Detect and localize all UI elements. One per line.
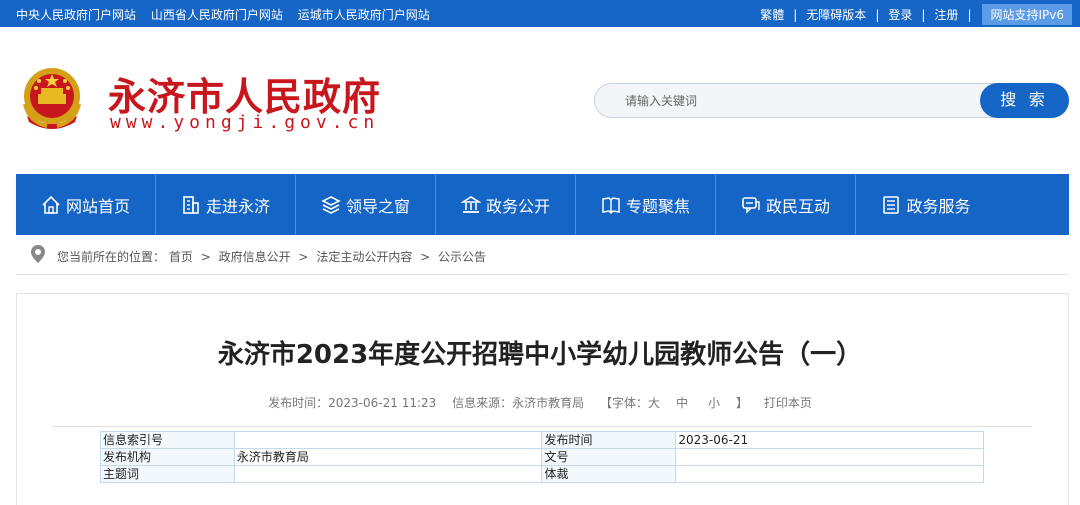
national-emblem-logo[interactable]	[17, 64, 87, 136]
book-icon	[602, 196, 620, 214]
article-title: 永济市2023年度公开招聘中小学幼儿园教师公告（一）	[217, 340, 863, 370]
breadcrumb-item-announcements[interactable]: 公示公告	[438, 250, 486, 264]
breadcrumb: 您当前所在的位置： 首页 > 政府信息公开 > 法定主动公开内容 > 公示公告	[16, 235, 1069, 275]
breadcrumb-separator: >	[420, 250, 431, 264]
nav-label: 网站首页	[65, 196, 130, 216]
table-row: 信息索引号 发布时间 2023-06-21	[100, 431, 984, 449]
site-url: www.yongji.gov.cn	[110, 112, 380, 133]
font-size-label[interactable]: 【字体：大	[600, 396, 660, 410]
nav-label: 政民互动	[765, 196, 830, 216]
search-button[interactable]: 搜 索	[980, 83, 1069, 118]
separator: |	[967, 7, 972, 22]
bank-icon	[460, 195, 481, 213]
breadcrumb-item-statutory[interactable]: 法定主动公开内容	[316, 250, 412, 264]
shanxi-gov-link[interactable]: 山西省人民政府门户网站	[151, 8, 283, 22]
accessible-version-link[interactable]: 无障碍版本	[806, 6, 866, 23]
nav-label: 领导之窗	[345, 196, 410, 216]
nav-label: 政务公开	[485, 196, 550, 216]
separator: |	[793, 7, 798, 22]
home-icon	[42, 195, 60, 214]
nav-item-interaction[interactable]: 政民互动	[716, 174, 856, 235]
ipv6-badge[interactable]: 网站支持IPv6	[982, 4, 1072, 25]
building-icon	[183, 195, 199, 214]
search-input[interactable]	[625, 91, 965, 111]
nav-label: 走进永济	[205, 196, 270, 216]
nav-item-leaders[interactable]: 领导之窗	[296, 174, 436, 235]
separator: |	[875, 7, 880, 22]
table-label: 主题词	[100, 465, 235, 483]
top-actions: 繁體 | 无障碍版本 | 登录 | 注册 | 网站支持IPv6	[760, 4, 1072, 25]
table-row: 发布机构 永济市教育局 文号	[100, 448, 984, 466]
layers-icon	[321, 195, 341, 214]
traditional-chinese-link[interactable]: 繁體	[760, 6, 784, 23]
nav-item-about-yongji[interactable]: 走进永济	[156, 174, 296, 235]
breadcrumb-prefix: 您当前所在的位置：	[57, 250, 166, 264]
font-size-small[interactable]: 小	[708, 396, 720, 410]
nav-item-special-topics[interactable]: 专题聚焦	[576, 174, 716, 235]
publish-time: 发布时间：2023-06-21 11:23	[268, 396, 437, 410]
table-value	[233, 465, 543, 483]
print-page-link[interactable]: 打印本页	[764, 396, 812, 410]
info-table: 信息索引号 发布时间 2023-06-21 发布机构 永济市教育局 文号 主题词…	[100, 431, 984, 483]
table-label: 发布机构	[100, 448, 235, 466]
location-pin-icon	[31, 245, 45, 263]
nav-item-home[interactable]: 网站首页	[16, 174, 156, 235]
breadcrumb-item-home[interactable]: 首页	[169, 250, 193, 264]
document-icon	[883, 195, 900, 214]
font-size-close: 】	[736, 396, 749, 410]
login-link[interactable]: 登录	[888, 6, 912, 23]
table-label: 体裁	[541, 465, 677, 483]
table-label: 信息索引号	[100, 431, 235, 449]
yuncheng-gov-link[interactable]: 运城市人民政府门户网站	[298, 8, 430, 22]
nav-item-gov-services[interactable]: 政务服务	[856, 174, 996, 235]
article-meta: 发布时间：2023-06-21 11:23 信息来源：永济市教育局 【字体：大 中…	[0, 394, 1080, 411]
breadcrumb-separator: >	[200, 250, 211, 264]
nav-label: 专题聚焦	[625, 196, 690, 216]
top-bar: 中央人民政府门户网站 山西省人民政府门户网站 运城市人民政府门户网站 繁體 | …	[0, 0, 1080, 27]
table-value: 永济市教育局	[233, 448, 543, 466]
info-source: 信息来源：永济市教育局	[452, 396, 585, 410]
breadcrumb-separator: >	[298, 250, 309, 264]
breadcrumb-item-info-disclosure[interactable]: 政府信息公开	[219, 250, 291, 264]
table-value: 2023-06-21	[675, 431, 984, 449]
table-label: 发布时间	[541, 431, 677, 449]
central-gov-link[interactable]: 中央人民政府门户网站	[16, 8, 136, 22]
table-value	[233, 431, 543, 449]
main-nav: 网站首页 走进永济 领导之窗 政务公开 专题聚焦 政民互动 政务服务	[16, 174, 1069, 235]
divider	[52, 426, 1032, 427]
nav-item-gov-affairs[interactable]: 政务公开	[436, 174, 576, 235]
font-size-medium[interactable]: 中	[676, 396, 688, 410]
table-label: 文号	[541, 448, 677, 466]
chat-icon	[742, 196, 760, 214]
gov-links: 中央人民政府门户网站 山西省人民政府门户网站 运城市人民政府门户网站	[16, 6, 441, 23]
table-value	[675, 465, 984, 483]
separator: |	[921, 7, 926, 22]
nav-label: 政务服务	[906, 196, 971, 216]
register-link[interactable]: 注册	[934, 6, 958, 23]
table-value	[675, 448, 984, 466]
table-row: 主题词 体裁	[100, 465, 984, 483]
